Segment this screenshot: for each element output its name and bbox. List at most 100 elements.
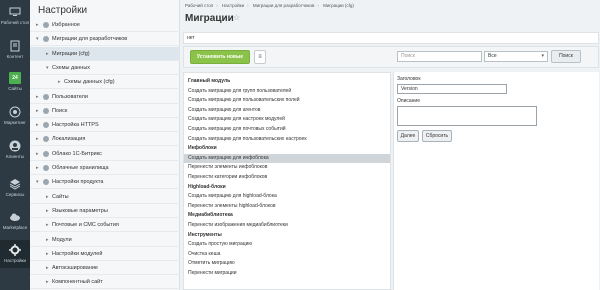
install-new-button[interactable]: Установить новые <box>190 50 250 64</box>
list-item[interactable]: Создать миграцию для пользовательских на… <box>184 135 390 144</box>
next-button[interactable]: Далее <box>397 130 419 142</box>
sidebar-item-label: Облачные хранилища <box>52 165 109 171</box>
sidebar-item[interactable]: ▸ Облачные хранилища <box>30 161 180 175</box>
search-button[interactable]: Поиск <box>551 50 581 63</box>
sidebar-item[interactable]: ▸ Облако 1С-Битрикс <box>30 147 180 161</box>
sidebar-item-label: Настройки модулей <box>52 250 103 257</box>
rail-item-services[interactable]: Сервисы <box>0 178 30 197</box>
breadcrumb-item[interactable]: Настройки <box>222 3 244 8</box>
rail-item-desktop[interactable]: Рабочий стол <box>0 6 30 25</box>
document-icon <box>10 40 20 52</box>
chevron-right-icon[interactable]: ▸ <box>46 47 49 61</box>
search-input[interactable]: Поиск <box>397 51 482 62</box>
chevron-right-icon[interactable]: ▸ <box>46 233 49 247</box>
breadcrumb-item[interactable]: Миграции (cfg) <box>323 3 354 8</box>
sidebar-item[interactable]: ▸ Пользователи <box>30 90 180 104</box>
https-icon <box>43 122 49 129</box>
sidebar-item-label: Схемы данных (cfg) <box>64 79 115 86</box>
list-item[interactable]: Создать миграцию для highload-блока <box>184 192 390 201</box>
list-item[interactable]: Создать простую миграцию <box>184 240 390 249</box>
list-item[interactable]: Перенести миграции <box>184 269 390 278</box>
sidebar-item[interactable]: ▾ Настройки продукта <box>30 175 180 190</box>
chevron-right-icon[interactable]: ▸ <box>36 161 39 175</box>
list-item[interactable]: Перенести изображения медиабиблиотеки <box>184 221 390 230</box>
list-item[interactable]: Создать миграцию для агентов <box>184 106 390 115</box>
sidebar-item[interactable]: ▸ Схемы данных (cfg) <box>30 75 180 90</box>
main-area: Рабочий стол › Настройки › Миграции для ра… <box>180 0 600 290</box>
sidebar-item[interactable]: ▸ Компонентный сайт <box>30 275 180 290</box>
chevron-down-icon[interactable]: ▾ <box>36 32 39 46</box>
sidebar-item[interactable]: ▾ Миграции для разработчиков <box>30 32 180 47</box>
chevron-right-icon[interactable]: ▸ <box>36 132 39 146</box>
rail-item-marketing[interactable]: Маркетинг <box>0 106 30 125</box>
chevron-right-icon[interactable]: ▸ <box>46 261 49 275</box>
list-item[interactable]: Создать миграцию для пользовательских по… <box>184 96 390 105</box>
breadcrumb-item[interactable]: Миграции для разработчиков <box>253 3 315 8</box>
rail-item-content[interactable]: Контент <box>0 40 30 59</box>
breadcrumb-separator: › <box>247 3 249 8</box>
breadcrumb-separator: › <box>317 3 319 8</box>
sidebar-item[interactable]: ▸ Модули <box>30 233 180 247</box>
list-item[interactable]: Перенести элементы highload-блоков <box>184 202 390 211</box>
sidebar-item[interactable]: ▸ Поиск <box>30 104 180 118</box>
rail-item-marketplace[interactable]: Marketplace <box>0 211 30 230</box>
panel-title: Настройки <box>38 5 88 16</box>
chevron-right-icon[interactable]: ▸ <box>46 190 49 204</box>
breadcrumb: Рабочий стол › Настройки › Миграции для ра… <box>185 3 354 8</box>
sidebar-item[interactable]: ▸ Сайты <box>30 190 180 204</box>
chevron-right-icon[interactable]: ▸ <box>46 275 49 289</box>
list-item[interactable]: Создать миграцию для почтовых событий <box>184 125 390 134</box>
cloud-icon <box>10 213 20 221</box>
rail-item-label: Контент <box>6 54 24 59</box>
sidebar-item-label: Модули <box>52 236 72 243</box>
chevron-right-icon[interactable]: ▸ <box>46 204 49 218</box>
chevron-down-icon: ▾ <box>541 53 544 59</box>
list-item[interactable]: Перенести категории инфоблоков <box>184 173 390 182</box>
chevron-down-icon[interactable]: ▾ <box>36 175 39 189</box>
users-icon <box>43 93 49 100</box>
breadcrumb-item[interactable]: Рабочий стол <box>185 3 213 8</box>
users-icon <box>9 140 21 152</box>
filter-select[interactable]: Все ▾ <box>484 51 548 62</box>
sidebar-item[interactable]: ▸ Автокэширование <box>30 261 180 276</box>
list-item[interactable]: Создать миграцию для настроек модулей <box>184 115 390 124</box>
chevron-down-icon[interactable]: ▾ <box>46 61 49 75</box>
chevron-right-icon[interactable]: ▸ <box>36 104 39 118</box>
description-textarea[interactable] <box>397 106 537 126</box>
sidebar-item[interactable]: ▸ Почтовые и СМС события <box>30 218 180 233</box>
chevron-right-icon[interactable]: ▸ <box>36 147 39 161</box>
favorite-star-icon[interactable]: ☆ <box>233 13 240 22</box>
sidebar-item[interactable]: ▸ Локализация <box>30 132 180 147</box>
search-icon <box>43 107 49 114</box>
chevron-right-icon[interactable]: ▸ <box>58 75 61 89</box>
menu-icon[interactable]: ≡ <box>254 50 266 64</box>
rail-item-label: Marketplace <box>2 225 28 230</box>
chevron-right-icon[interactable]: ▸ <box>36 18 39 32</box>
gear-icon <box>9 244 21 256</box>
sidebar-item-label: Миграции (cfg) <box>52 50 90 57</box>
rail-item-settings[interactable]: Настройки <box>0 240 30 268</box>
rail-item-sites[interactable]: 24 Сайты <box>0 72 30 91</box>
chevron-right-icon[interactable]: ▸ <box>36 118 39 132</box>
title-input[interactable]: Version <box>397 84 507 94</box>
sidebar-item[interactable]: ▸ Языковые параметры <box>30 204 180 218</box>
sidebar-item[interactable]: ▸ Избранное <box>30 18 180 32</box>
list-item[interactable]: Создать миграцию для инфоблока <box>184 153 390 163</box>
list-item[interactable]: Очистка кеша <box>184 250 390 259</box>
list-item[interactable]: Создать миграцию для групп пользователей <box>184 87 390 96</box>
list-item[interactable]: Перенести элементы инфоблоков <box>184 163 390 172</box>
reset-button[interactable]: Сбросить <box>422 130 452 142</box>
rail-item-clients[interactable]: Клиенты <box>0 140 30 159</box>
list-item[interactable]: Отметить миграцию <box>184 259 390 268</box>
sidebar-item-label: Схемы данных <box>52 64 91 71</box>
sidebar-item[interactable]: ▾ Схемы данных <box>30 61 180 75</box>
rail-item-label: Клиенты <box>5 154 25 159</box>
sidebar-item-label: Автокэширование <box>52 265 98 272</box>
chevron-right-icon[interactable]: ▸ <box>46 247 49 261</box>
chevron-right-icon[interactable]: ▸ <box>36 90 39 104</box>
sidebar-item[interactable]: ▸ Настройки модулей <box>30 247 180 261</box>
sidebar-item[interactable]: ▸ Настройка HTTPS <box>30 118 180 133</box>
star-icon <box>43 22 49 28</box>
sidebar-item[interactable]: ▸ Миграции (cfg) <box>30 46 180 61</box>
chevron-right-icon[interactable]: ▸ <box>46 218 49 232</box>
